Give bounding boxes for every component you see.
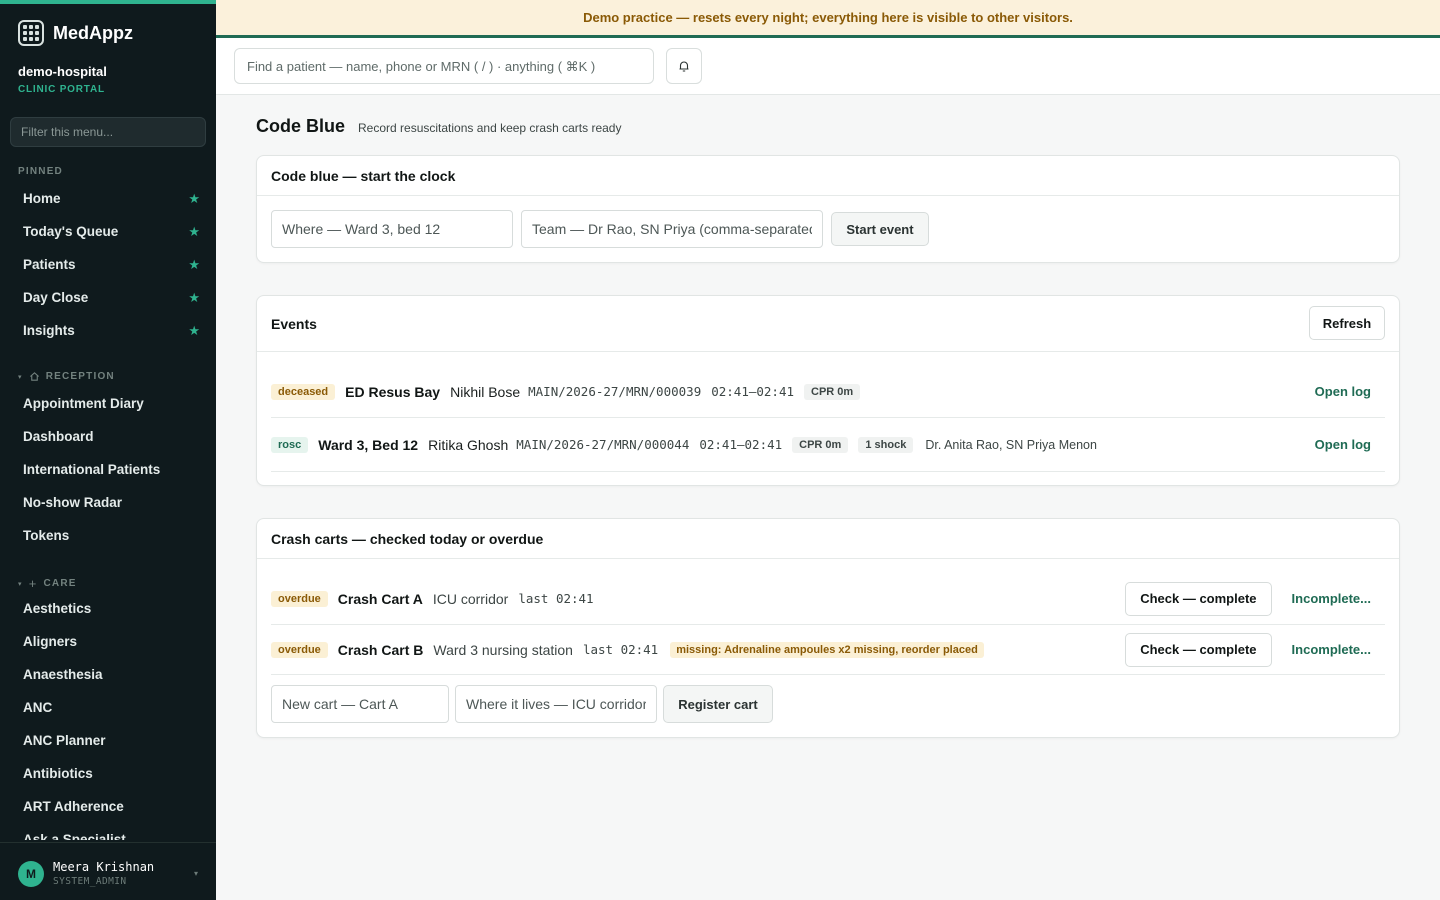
open-log-link[interactable]: Open log: [1315, 384, 1385, 399]
page-title: Code Blue: [256, 116, 346, 136]
status-badge: deceased: [271, 383, 336, 400]
shock-badge: 1 shock: [858, 436, 914, 453]
brand[interactable]: MedAppz: [18, 20, 133, 46]
sidebar-item-aesthetics[interactable]: Aesthetics: [0, 592, 216, 625]
status-badge: overdue: [271, 590, 328, 607]
cart-location-input[interactable]: [455, 685, 657, 723]
patient-mrn: MAIN/2026-27/MRN/000039: [528, 384, 702, 399]
sidebar-item-no-show-radar[interactable]: No-show Radar: [0, 486, 216, 519]
topbar: [216, 38, 1440, 95]
event-row: deceased ED Resus Bay Nikhil Bose MAIN/2…: [271, 366, 1385, 418]
incomplete-link[interactable]: Incomplete...: [1292, 591, 1385, 606]
chevron-down-icon[interactable]: ▾: [194, 869, 198, 878]
section-label-pinned: PINNED: [18, 166, 63, 177]
sidebar-item-appointment-diary[interactable]: Appointment Diary: [0, 387, 216, 420]
sidebar-item-day-close[interactable]: Day Close ★: [0, 281, 216, 314]
sidebar-item-tokens[interactable]: Tokens: [0, 519, 216, 552]
sidebar-item-dashboard[interactable]: Dashboard: [0, 420, 216, 453]
star-icon[interactable]: ★: [188, 191, 200, 207]
cart-place: Ward 3 nursing station: [433, 641, 573, 658]
sidebar-item-anaesthesia[interactable]: Anaesthesia: [0, 658, 216, 691]
sidebar-item-home[interactable]: Home ★: [0, 182, 216, 215]
event-team: Dr. Anita Rao, SN Priya Menon: [925, 437, 1097, 452]
cart-row: overdue Crash Cart A ICU corridor last 0…: [271, 573, 1385, 625]
new-cart-input[interactable]: [271, 685, 449, 723]
home-icon: [29, 372, 39, 381]
caret-down-icon: ▾: [18, 580, 23, 588]
check-complete-button[interactable]: Check — complete: [1125, 632, 1272, 667]
status-badge: rosc: [271, 436, 309, 453]
brand-name: MedAppz: [53, 22, 133, 43]
open-log-link[interactable]: Open log: [1315, 437, 1385, 452]
cpr-badge: CPR 0m: [804, 383, 861, 400]
start-event-button[interactable]: Start event: [831, 212, 929, 246]
patient-name[interactable]: Ritika Ghosh: [428, 437, 508, 453]
bell-icon: [679, 61, 689, 72]
demo-banner: Demo practice — resets every night; ever…: [216, 0, 1440, 38]
nav-care: Aesthetics Aligners Anaesthesia ANC ANC …: [0, 592, 216, 840]
register-cart-button[interactable]: Register cart: [663, 685, 773, 723]
menu-filter-input[interactable]: [10, 117, 206, 147]
section-label-care[interactable]: ▾ + CARE: [18, 576, 77, 591]
start-event-card: Code blue — start the clock Start event: [256, 155, 1400, 263]
crash-carts-card: Crash carts — checked today or overdue o…: [256, 518, 1400, 738]
star-icon[interactable]: ★: [188, 290, 200, 306]
section-label-reception[interactable]: ▾ RECEPTION: [18, 371, 115, 382]
sidebar-item-todays-queue[interactable]: Today's Queue ★: [0, 215, 216, 248]
event-location: Ward 3, Bed 12: [318, 436, 419, 453]
cart-name: Crash Cart B: [337, 641, 424, 658]
card-title: Events: [257, 296, 1399, 352]
sidebar-item-ask-a-specialist[interactable]: Ask a Specialist: [0, 823, 216, 840]
user-menu[interactable]: M Meera Krishnan SYSTEM_ADMIN ▾: [0, 842, 216, 900]
org-subtitle: CLINIC PORTAL: [18, 84, 105, 95]
incomplete-link[interactable]: Incomplete...: [1292, 642, 1385, 657]
nav-reception: Appointment Diary Dashboard Internationa…: [0, 387, 216, 552]
team-input[interactable]: [521, 210, 823, 248]
event-time: 02:41–02:41: [711, 384, 795, 399]
sidebar-item-anc-planner[interactable]: ANC Planner: [0, 724, 216, 757]
page-subtitle: Record resuscitations and keep crash car…: [358, 121, 622, 135]
app-logo-icon: [18, 20, 44, 46]
cpr-badge: CPR 0m: [792, 436, 849, 453]
status-badge: overdue: [271, 641, 328, 658]
star-icon[interactable]: ★: [188, 323, 200, 339]
sidebar-item-antibiotics[interactable]: Antibiotics: [0, 757, 216, 790]
star-icon[interactable]: ★: [188, 224, 200, 240]
sidebar-item-international-patients[interactable]: International Patients: [0, 453, 216, 486]
check-complete-button[interactable]: Check — complete: [1125, 581, 1272, 616]
sidebar: MedAppz demo-hospital CLINIC PORTAL PINN…: [0, 0, 216, 900]
event-row: rosc Ward 3, Bed 12 Ritika Ghosh MAIN/20…: [271, 418, 1385, 472]
sidebar-item-art-adherence[interactable]: ART Adherence: [0, 790, 216, 823]
sidebar-item-insights[interactable]: Insights ★: [0, 314, 216, 347]
notifications-button[interactable]: [666, 48, 702, 84]
org-name: demo-hospital: [18, 64, 107, 79]
plus-icon: +: [28, 576, 38, 591]
patient-search-input[interactable]: [234, 48, 654, 84]
where-input[interactable]: [271, 210, 513, 248]
nav-pinned: Home ★ Today's Queue ★ Patients ★ Day Close…: [0, 182, 216, 347]
missing-items-badge: missing: Adrenaline ampoules x2 missing,…: [670, 641, 984, 658]
user-role: SYSTEM_ADMIN: [53, 876, 127, 887]
cart-row: overdue Crash Cart B Ward 3 nursing stat…: [271, 625, 1385, 675]
user-name: Meera Krishnan: [53, 860, 155, 874]
event-time: 02:41–02:41: [699, 437, 783, 452]
sidebar-item-patients[interactable]: Patients ★: [0, 248, 216, 281]
cart-last-check: last 02:41: [582, 642, 659, 657]
sidebar-item-aligners[interactable]: Aligners: [0, 625, 216, 658]
cart-name: Crash Cart A: [337, 590, 423, 607]
patient-mrn: MAIN/2026-27/MRN/000044: [516, 437, 690, 452]
event-location: ED Resus Bay: [345, 383, 441, 400]
sidebar-item-anc[interactable]: ANC: [0, 691, 216, 724]
card-title: Code blue — start the clock: [257, 156, 1399, 196]
refresh-button[interactable]: Refresh: [1309, 306, 1385, 340]
star-icon[interactable]: ★: [188, 257, 200, 273]
cart-place: ICU corridor: [432, 590, 509, 607]
events-card: Events Refresh deceased ED Resus Bay Nik…: [256, 295, 1400, 486]
cart-last-check: last 02:41: [518, 591, 594, 606]
patient-name[interactable]: Nikhil Bose: [450, 384, 520, 400]
avatar: M: [18, 860, 44, 887]
card-title: Crash carts — checked today or overdue: [257, 519, 1399, 559]
caret-down-icon: ▾: [18, 373, 23, 381]
